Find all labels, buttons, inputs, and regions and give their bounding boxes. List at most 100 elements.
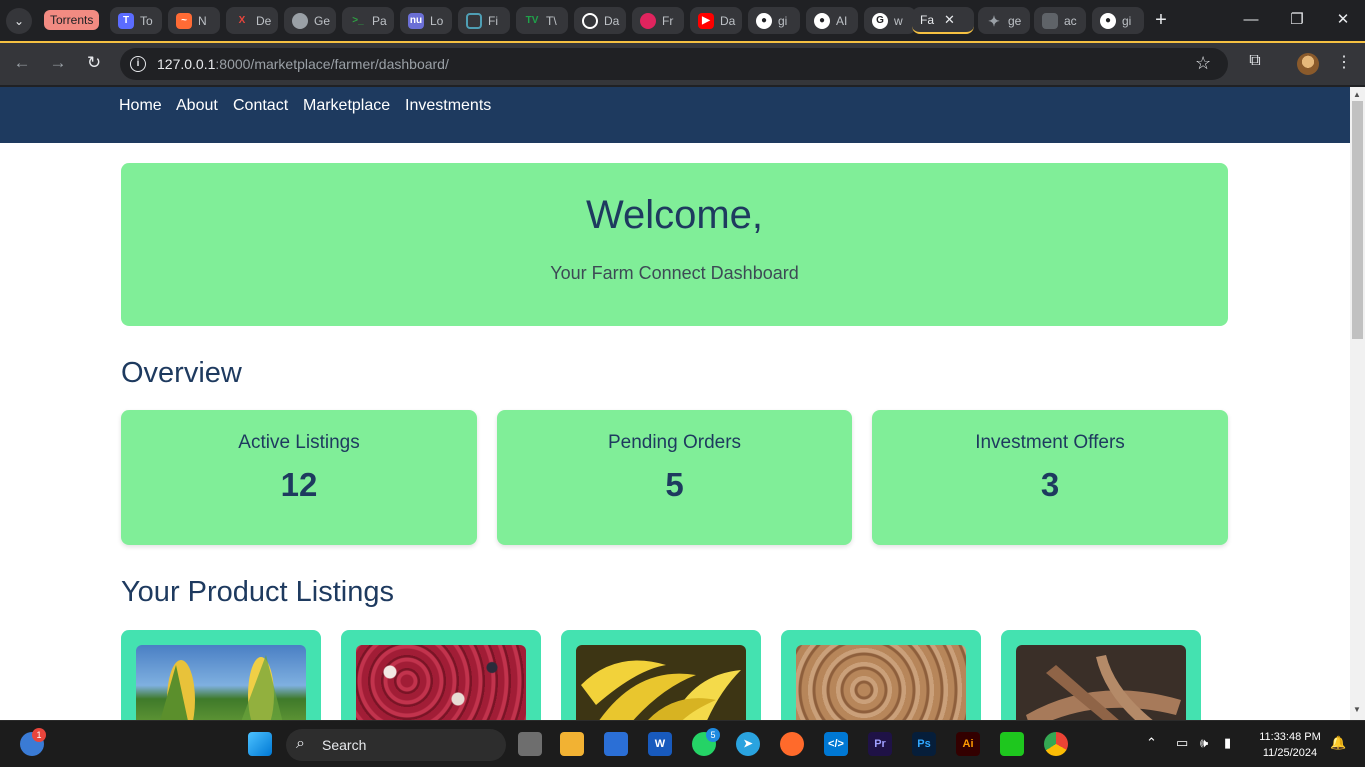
restore-button[interactable]: ❐ xyxy=(1274,6,1320,34)
browser-tab[interactable]: >_ Pa xyxy=(342,7,394,34)
battery-icon[interactable]: ▮ xyxy=(1224,735,1231,751)
page-viewport: Home About Contact Marketplace Investmen… xyxy=(0,87,1350,720)
close-window-button[interactable]: ✕ xyxy=(1320,6,1365,34)
file-explorer-icon[interactable] xyxy=(560,732,584,756)
info-icon[interactable]: i xyxy=(130,56,146,72)
stat-value: 3 xyxy=(1040,466,1060,503)
postman-icon[interactable] xyxy=(780,732,804,756)
google-icon: G xyxy=(872,12,888,29)
tab-search-dropdown-button[interactable]: ⌄ xyxy=(6,8,32,34)
chrome-icon[interactable] xyxy=(1044,732,1068,756)
browser-tab-active[interactable]: Fa ✕ xyxy=(912,7,974,34)
doc-icon xyxy=(1042,12,1058,29)
nav-link-marketplace[interactable]: Marketplace xyxy=(303,97,390,115)
extensions-icon[interactable]: ⧉ xyxy=(1243,52,1267,70)
browser-tab[interactable]: ac xyxy=(1034,7,1086,34)
stat-card-investment-offers: Investment Offers 3 xyxy=(872,410,1228,545)
kidney-beans-photo xyxy=(356,645,526,720)
network-icon[interactable]: ▭ xyxy=(1176,735,1188,751)
windows-start-icon[interactable] xyxy=(248,732,272,756)
minimize-icon: — xyxy=(1243,11,1259,28)
photoshop-icon[interactable]: Ps xyxy=(912,732,936,756)
new-tab-button[interactable]: + xyxy=(1150,8,1172,32)
browser-tab[interactable]: ▶ Da xyxy=(690,7,742,34)
browser-tab[interactable]: X De xyxy=(226,7,278,34)
browser-tab[interactable]: ~ N xyxy=(168,7,220,34)
store-icon[interactable] xyxy=(604,732,628,756)
peanuts-photo xyxy=(796,645,966,720)
github-icon: ● xyxy=(814,12,830,29)
reload-button[interactable]: ↻ xyxy=(82,51,106,75)
browser-tab[interactable]: ● gi xyxy=(748,7,800,34)
tab-group-chip[interactable]: Torrents xyxy=(44,10,100,30)
chart-logo-icon: ~ xyxy=(176,12,192,29)
address-bar[interactable]: i 127.0.0.1:8000/marketplace/farmer/dash… xyxy=(120,48,1228,80)
browser-tab[interactable]: Ge xyxy=(284,7,336,34)
product-card[interactable] xyxy=(1001,630,1201,720)
terminal-icon: >_ xyxy=(352,14,364,26)
browser-tab[interactable]: ✦ ge xyxy=(978,7,1030,34)
premiere-icon[interactable]: Pr xyxy=(868,732,892,756)
site-navbar: Home About Contact Marketplace Investmen… xyxy=(0,87,1350,143)
chevron-up-icon[interactable]: ⌃ xyxy=(1146,735,1157,751)
welcome-subtitle: Your Farm Connect Dashboard xyxy=(550,263,799,283)
arrow-left-icon: ← xyxy=(13,53,31,72)
browser-tab[interactable]: nu Lo xyxy=(400,7,452,34)
browser-tab[interactable]: Fi xyxy=(458,7,510,34)
stat-label: Investment Offers xyxy=(975,432,1125,453)
system-clock[interactable]: 11:33:48 PM 11/25/2024 xyxy=(1250,729,1330,761)
browser-toolbar: ← → ↻ i 127.0.0.1:8000/marketplace/farme… xyxy=(0,41,1365,85)
browser-tab[interactable]: ● gi xyxy=(1092,7,1144,34)
product-card[interactable] xyxy=(561,630,761,720)
avatar[interactable] xyxy=(1297,53,1319,75)
product-card[interactable] xyxy=(121,630,321,720)
browser-tab[interactable]: T To xyxy=(110,7,162,34)
product-card[interactable] xyxy=(341,630,541,720)
github-icon: ● xyxy=(756,12,772,29)
taskbar-search[interactable]: ⌕ Search xyxy=(286,729,506,761)
vscode-icon[interactable]: </> xyxy=(824,732,848,756)
illustrator-icon[interactable]: Ai xyxy=(956,732,980,756)
star-icon[interactable]: ☆ xyxy=(1195,53,1211,74)
product-card[interactable] xyxy=(781,630,981,720)
browser-tab[interactable]: Fr xyxy=(632,7,684,34)
nav-link-about[interactable]: About xyxy=(176,97,218,115)
nav-link-home[interactable]: Home xyxy=(119,97,162,115)
volume-icon[interactable]: 🕪 xyxy=(1200,735,1208,751)
arrow-right-icon: → xyxy=(49,53,67,72)
tab-strip: ⌄ Torrents T To ~ N X De Ge >_ Pa nu Lo Fi TV… xyxy=(0,0,1365,41)
word-icon[interactable]: W xyxy=(648,732,672,756)
nav-link-investments[interactable]: Investments xyxy=(405,97,491,115)
browser-tab[interactable]: Da xyxy=(574,7,626,34)
menu-kebab-icon[interactable]: ⋮ xyxy=(1332,52,1356,72)
plus-icon: + xyxy=(1155,9,1167,31)
url-text[interactable]: 127.0.0.1:8000/marketplace/farmer/dashbo… xyxy=(157,56,449,72)
close-icon[interactable]: ✕ xyxy=(944,12,955,28)
notification-bell-icon[interactable]: 🔔 xyxy=(1330,735,1346,751)
minimize-button[interactable]: — xyxy=(1228,6,1274,34)
restore-icon: ❐ xyxy=(1290,11,1304,28)
nav-link-contact[interactable]: Contact xyxy=(233,97,288,115)
bananas-photo xyxy=(576,645,746,720)
scroll-up-icon[interactable]: ▲ xyxy=(1353,90,1361,99)
browser-tab[interactable]: ● AI xyxy=(806,7,858,34)
task-view-icon[interactable] xyxy=(518,732,542,756)
telegram-icon[interactable]: ➤ xyxy=(736,732,760,756)
stat-label: Pending Orders xyxy=(607,432,742,453)
browser-tab[interactable]: Gw xyxy=(864,7,916,34)
fr-logo-icon xyxy=(640,12,656,29)
close-icon: ✕ xyxy=(1336,11,1350,28)
tv-logo-icon: TV xyxy=(525,14,539,26)
app-green-icon[interactable] xyxy=(1000,732,1024,756)
globe-icon xyxy=(292,12,308,29)
page-scrollbar[interactable]: ▲ ▼ xyxy=(1350,87,1365,720)
back-button[interactable]: ← xyxy=(10,51,34,75)
scroll-down-icon[interactable]: ▼ xyxy=(1353,705,1361,714)
notification-badge: 1 xyxy=(32,728,46,742)
browser-tab[interactable]: TV T\ xyxy=(516,7,568,34)
cassava-photo xyxy=(1016,645,1186,720)
x-logo-icon: X xyxy=(238,14,246,26)
scrollbar-thumb[interactable] xyxy=(1352,101,1363,339)
forward-button[interactable]: → xyxy=(46,51,70,75)
frame-icon xyxy=(466,12,482,29)
